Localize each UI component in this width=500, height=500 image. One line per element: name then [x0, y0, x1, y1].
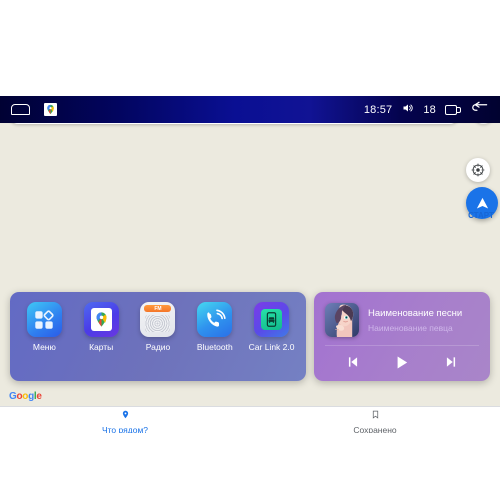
- app-label: Радио: [145, 342, 171, 352]
- app-shortcut-car-link[interactable]: Car Link 2.0: [246, 302, 298, 352]
- app-label: Car Link 2.0: [248, 342, 295, 352]
- app-label: Bluetooth: [196, 342, 233, 352]
- app-shortcut-maps[interactable]: Карты: [75, 302, 127, 352]
- track-title: Наименование песни: [368, 307, 463, 319]
- status-bar: 18:57 18: [0, 96, 500, 123]
- skip-previous-icon[interactable]: [340, 352, 366, 372]
- app-shortcut-radio[interactable]: FM Радио: [132, 302, 184, 352]
- app-label: Меню: [32, 342, 56, 352]
- grid-menu-icon: [26, 302, 62, 337]
- bluetooth-phone-icon: [197, 302, 233, 337]
- google-maps-icon: [83, 302, 119, 337]
- divider: [325, 345, 479, 346]
- status-time: 18:57: [363, 103, 393, 116]
- app-shortcut-menu[interactable]: Меню: [18, 302, 70, 352]
- music-player-widget: Наименование песни Наименование певца: [314, 292, 490, 381]
- car-link-icon: [254, 302, 290, 337]
- play-icon[interactable]: [389, 352, 415, 372]
- track-artist: Наименование певца: [368, 322, 453, 333]
- recents-icon[interactable]: [445, 104, 461, 116]
- app-label: Карты: [89, 342, 114, 352]
- volume-icon: [401, 101, 414, 119]
- skip-next-icon[interactable]: [438, 352, 464, 372]
- google-maps-icon[interactable]: [44, 103, 57, 116]
- car-head-unit-home-screen: 18:57 18 18 57 2023.12.26 Вторник: [0, 96, 500, 433]
- fm-radio-icon: FM: [140, 302, 176, 337]
- back-icon[interactable]: [470, 101, 488, 119]
- app-shortcut-bluetooth[interactable]: Bluetooth: [189, 302, 241, 352]
- app-shortcuts-panel: Меню Карты FM Радио Bluetooth Car Link 2…: [10, 292, 306, 381]
- volume-level: 18: [423, 103, 436, 116]
- home-icon[interactable]: [11, 104, 30, 115]
- album-art[interactable]: [325, 303, 359, 337]
